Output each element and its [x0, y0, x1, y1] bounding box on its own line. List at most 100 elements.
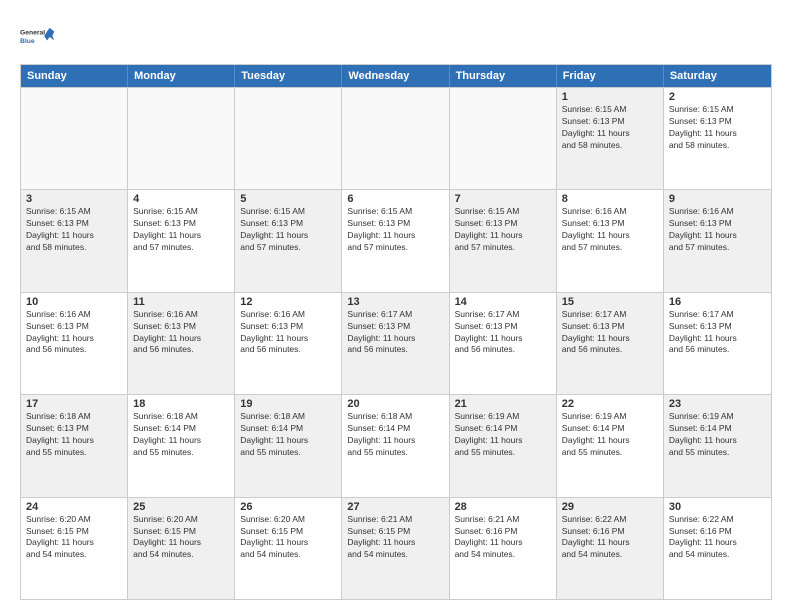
- calendar-cell: [21, 88, 128, 189]
- calendar-cell: 23Sunrise: 6:19 AM Sunset: 6:14 PM Dayli…: [664, 395, 771, 496]
- calendar-cell: 26Sunrise: 6:20 AM Sunset: 6:15 PM Dayli…: [235, 498, 342, 599]
- calendar-cell: 20Sunrise: 6:18 AM Sunset: 6:14 PM Dayli…: [342, 395, 449, 496]
- day-info: Sunrise: 6:17 AM Sunset: 6:13 PM Dayligh…: [455, 309, 551, 357]
- day-info: Sunrise: 6:15 AM Sunset: 6:13 PM Dayligh…: [133, 206, 229, 254]
- calendar-header-day: Wednesday: [342, 65, 449, 87]
- day-info: Sunrise: 6:20 AM Sunset: 6:15 PM Dayligh…: [133, 514, 229, 562]
- calendar-cell: 8Sunrise: 6:16 AM Sunset: 6:13 PM Daylig…: [557, 190, 664, 291]
- calendar-cell: 14Sunrise: 6:17 AM Sunset: 6:13 PM Dayli…: [450, 293, 557, 394]
- day-info: Sunrise: 6:17 AM Sunset: 6:13 PM Dayligh…: [562, 309, 658, 357]
- calendar-cell: 11Sunrise: 6:16 AM Sunset: 6:13 PM Dayli…: [128, 293, 235, 394]
- calendar-cell: 6Sunrise: 6:15 AM Sunset: 6:13 PM Daylig…: [342, 190, 449, 291]
- day-number: 22: [562, 398, 658, 410]
- day-info: Sunrise: 6:15 AM Sunset: 6:13 PM Dayligh…: [26, 206, 122, 254]
- day-info: Sunrise: 6:21 AM Sunset: 6:16 PM Dayligh…: [455, 514, 551, 562]
- general-blue-logo-icon: General Blue: [20, 18, 56, 54]
- calendar-cell: [128, 88, 235, 189]
- calendar-cell: 15Sunrise: 6:17 AM Sunset: 6:13 PM Dayli…: [557, 293, 664, 394]
- calendar-cell: 22Sunrise: 6:19 AM Sunset: 6:14 PM Dayli…: [557, 395, 664, 496]
- day-info: Sunrise: 6:16 AM Sunset: 6:13 PM Dayligh…: [133, 309, 229, 357]
- day-number: 11: [133, 296, 229, 308]
- day-info: Sunrise: 6:20 AM Sunset: 6:15 PM Dayligh…: [26, 514, 122, 562]
- calendar-cell: 28Sunrise: 6:21 AM Sunset: 6:16 PM Dayli…: [450, 498, 557, 599]
- day-number: 23: [669, 398, 766, 410]
- day-info: Sunrise: 6:16 AM Sunset: 6:13 PM Dayligh…: [562, 206, 658, 254]
- day-info: Sunrise: 6:18 AM Sunset: 6:13 PM Dayligh…: [26, 411, 122, 459]
- day-number: 13: [347, 296, 443, 308]
- day-info: Sunrise: 6:16 AM Sunset: 6:13 PM Dayligh…: [26, 309, 122, 357]
- calendar-cell: 4Sunrise: 6:15 AM Sunset: 6:13 PM Daylig…: [128, 190, 235, 291]
- day-number: 6: [347, 193, 443, 205]
- svg-text:General: General: [20, 30, 45, 37]
- calendar-row: 17Sunrise: 6:18 AM Sunset: 6:13 PM Dayli…: [21, 394, 771, 496]
- day-info: Sunrise: 6:15 AM Sunset: 6:13 PM Dayligh…: [669, 104, 766, 152]
- calendar-row: 24Sunrise: 6:20 AM Sunset: 6:15 PM Dayli…: [21, 497, 771, 599]
- calendar-cell: 17Sunrise: 6:18 AM Sunset: 6:13 PM Dayli…: [21, 395, 128, 496]
- calendar: SundayMondayTuesdayWednesdayThursdayFrid…: [20, 64, 772, 600]
- day-info: Sunrise: 6:19 AM Sunset: 6:14 PM Dayligh…: [562, 411, 658, 459]
- calendar-cell: 18Sunrise: 6:18 AM Sunset: 6:14 PM Dayli…: [128, 395, 235, 496]
- calendar-cell: 24Sunrise: 6:20 AM Sunset: 6:15 PM Dayli…: [21, 498, 128, 599]
- calendar-header-day: Saturday: [664, 65, 771, 87]
- day-number: 16: [669, 296, 766, 308]
- calendar-header: SundayMondayTuesdayWednesdayThursdayFrid…: [21, 65, 771, 87]
- calendar-cell: 9Sunrise: 6:16 AM Sunset: 6:13 PM Daylig…: [664, 190, 771, 291]
- calendar-cell: 2Sunrise: 6:15 AM Sunset: 6:13 PM Daylig…: [664, 88, 771, 189]
- day-number: 10: [26, 296, 122, 308]
- day-info: Sunrise: 6:18 AM Sunset: 6:14 PM Dayligh…: [347, 411, 443, 459]
- day-number: 8: [562, 193, 658, 205]
- day-number: 21: [455, 398, 551, 410]
- day-info: Sunrise: 6:18 AM Sunset: 6:14 PM Dayligh…: [240, 411, 336, 459]
- calendar-cell: [450, 88, 557, 189]
- day-number: 25: [133, 501, 229, 513]
- day-info: Sunrise: 6:17 AM Sunset: 6:13 PM Dayligh…: [347, 309, 443, 357]
- calendar-cell: 3Sunrise: 6:15 AM Sunset: 6:13 PM Daylig…: [21, 190, 128, 291]
- calendar-cell: [342, 88, 449, 189]
- day-number: 26: [240, 501, 336, 513]
- calendar-row: 1Sunrise: 6:15 AM Sunset: 6:13 PM Daylig…: [21, 87, 771, 189]
- calendar-header-day: Tuesday: [235, 65, 342, 87]
- day-info: Sunrise: 6:16 AM Sunset: 6:13 PM Dayligh…: [669, 206, 766, 254]
- day-number: 2: [669, 91, 766, 103]
- calendar-cell: 1Sunrise: 6:15 AM Sunset: 6:13 PM Daylig…: [557, 88, 664, 189]
- calendar-cell: 21Sunrise: 6:19 AM Sunset: 6:14 PM Dayli…: [450, 395, 557, 496]
- day-info: Sunrise: 6:22 AM Sunset: 6:16 PM Dayligh…: [562, 514, 658, 562]
- day-number: 27: [347, 501, 443, 513]
- calendar-cell: 30Sunrise: 6:22 AM Sunset: 6:16 PM Dayli…: [664, 498, 771, 599]
- calendar-cell: 16Sunrise: 6:17 AM Sunset: 6:13 PM Dayli…: [664, 293, 771, 394]
- svg-text:Blue: Blue: [20, 38, 35, 45]
- day-number: 20: [347, 398, 443, 410]
- day-info: Sunrise: 6:19 AM Sunset: 6:14 PM Dayligh…: [455, 411, 551, 459]
- day-number: 29: [562, 501, 658, 513]
- calendar-cell: 10Sunrise: 6:16 AM Sunset: 6:13 PM Dayli…: [21, 293, 128, 394]
- calendar-cell: 12Sunrise: 6:16 AM Sunset: 6:13 PM Dayli…: [235, 293, 342, 394]
- day-info: Sunrise: 6:20 AM Sunset: 6:15 PM Dayligh…: [240, 514, 336, 562]
- logo: General Blue: [20, 18, 56, 54]
- day-info: Sunrise: 6:21 AM Sunset: 6:15 PM Dayligh…: [347, 514, 443, 562]
- day-number: 1: [562, 91, 658, 103]
- calendar-cell: 13Sunrise: 6:17 AM Sunset: 6:13 PM Dayli…: [342, 293, 449, 394]
- day-info: Sunrise: 6:18 AM Sunset: 6:14 PM Dayligh…: [133, 411, 229, 459]
- calendar-body: 1Sunrise: 6:15 AM Sunset: 6:13 PM Daylig…: [21, 87, 771, 599]
- page: General Blue SundayMondayTuesdayWednesda…: [0, 0, 792, 612]
- calendar-cell: 29Sunrise: 6:22 AM Sunset: 6:16 PM Dayli…: [557, 498, 664, 599]
- day-number: 5: [240, 193, 336, 205]
- day-number: 7: [455, 193, 551, 205]
- day-number: 14: [455, 296, 551, 308]
- calendar-cell: 5Sunrise: 6:15 AM Sunset: 6:13 PM Daylig…: [235, 190, 342, 291]
- calendar-cell: 7Sunrise: 6:15 AM Sunset: 6:13 PM Daylig…: [450, 190, 557, 291]
- day-info: Sunrise: 6:15 AM Sunset: 6:13 PM Dayligh…: [240, 206, 336, 254]
- calendar-header-day: Friday: [557, 65, 664, 87]
- day-info: Sunrise: 6:15 AM Sunset: 6:13 PM Dayligh…: [455, 206, 551, 254]
- day-number: 4: [133, 193, 229, 205]
- day-number: 24: [26, 501, 122, 513]
- day-info: Sunrise: 6:22 AM Sunset: 6:16 PM Dayligh…: [669, 514, 766, 562]
- day-number: 3: [26, 193, 122, 205]
- day-info: Sunrise: 6:15 AM Sunset: 6:13 PM Dayligh…: [347, 206, 443, 254]
- day-number: 19: [240, 398, 336, 410]
- calendar-cell: 19Sunrise: 6:18 AM Sunset: 6:14 PM Dayli…: [235, 395, 342, 496]
- day-info: Sunrise: 6:15 AM Sunset: 6:13 PM Dayligh…: [562, 104, 658, 152]
- day-info: Sunrise: 6:16 AM Sunset: 6:13 PM Dayligh…: [240, 309, 336, 357]
- day-number: 30: [669, 501, 766, 513]
- day-info: Sunrise: 6:19 AM Sunset: 6:14 PM Dayligh…: [669, 411, 766, 459]
